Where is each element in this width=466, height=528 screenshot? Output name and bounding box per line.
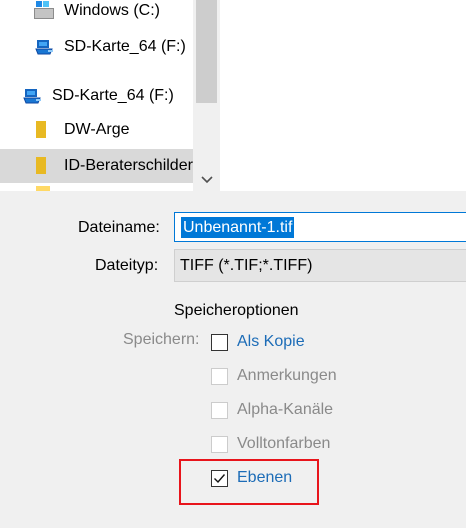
filetype-label: Dateityp:: [95, 257, 159, 274]
file-list-area[interactable]: [220, 0, 466, 191]
save-options-title: Speicheroptionen: [174, 302, 299, 319]
folder-icon: [36, 186, 50, 191]
tree-item-sd-karte-sub[interactable]: SD-Karte_64 (F:): [0, 30, 193, 64]
option-label: Alpha-Kanäle: [237, 401, 334, 418]
tree-item-id-beraterschilder[interactable]: ID-Beraterschilder: [0, 149, 193, 183]
tree-item-sd-karte[interactable]: SD-Karte_64 (F:): [0, 79, 193, 113]
scroll-down-button[interactable]: [193, 168, 220, 191]
filetype-value: TIFF (*.TIF;*.TIFF): [180, 257, 313, 274]
option-label: Als Kopie: [237, 333, 305, 350]
option-alpha-kanaele: Alpha-Kanäle: [211, 398, 333, 422]
checkbox: [211, 401, 228, 419]
option-label: Anmerkungen: [237, 367, 337, 384]
usb-drive-icon: [34, 38, 56, 56]
option-label: Volltonfarben: [237, 435, 331, 452]
tree-item-label: ID-Beraterschilder: [64, 157, 193, 174]
filename-value: Unbenannt-1.tif: [181, 217, 295, 238]
tree-item-label: SD-Karte_64 (F:): [64, 38, 186, 55]
tree-item-label: DW-Arge: [64, 121, 130, 138]
drive-icon: [34, 1, 56, 20]
scrollbar-thumb[interactable]: [196, 0, 217, 103]
folder-icon: [34, 157, 56, 175]
chevron-down-icon: [200, 175, 213, 183]
tree-item-dw-arge[interactable]: DW-Arge: [0, 113, 193, 147]
annotation-highlight-box: [179, 459, 319, 505]
save-label: Speichern:: [123, 331, 200, 348]
navigation-tree: Windows (C:) SD-Karte_64 (F:) SD-Karte_6…: [0, 0, 193, 191]
filetype-select[interactable]: TIFF (*.TIF;*.TIFF): [174, 249, 466, 282]
option-volltonfarben: Volltonfarben: [211, 432, 330, 456]
tree-item-windows-c[interactable]: Windows (C:): [0, 0, 193, 28]
checkbox: [211, 435, 228, 453]
usb-drive-icon: [22, 87, 44, 105]
folder-icon: [34, 121, 56, 139]
tree-item-label: SD-Karte_64 (F:): [52, 87, 174, 104]
filename-label: Dateiname:: [78, 219, 160, 236]
option-anmerkungen: Anmerkungen: [211, 364, 337, 388]
checkbox[interactable]: [211, 333, 228, 351]
filename-input[interactable]: Unbenannt-1.tif: [174, 212, 466, 242]
tree-item-label: Windows (C:): [64, 2, 161, 19]
option-als-kopie[interactable]: Als Kopie: [211, 330, 305, 354]
nav-scrollbar[interactable]: [193, 0, 220, 191]
checkbox: [211, 367, 228, 385]
